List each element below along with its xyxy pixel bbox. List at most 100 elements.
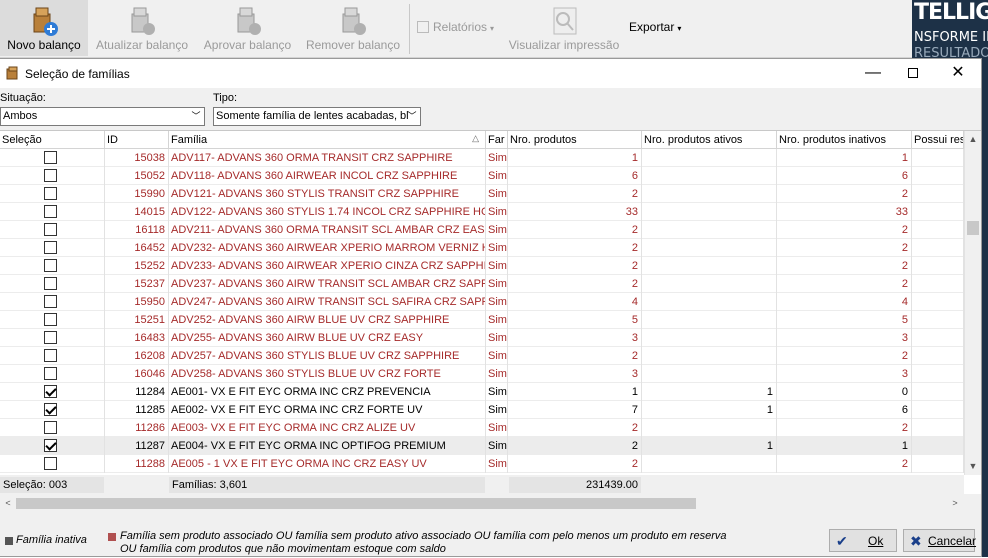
column-header[interactable]: Far <box>486 131 508 149</box>
selection-checkbox[interactable] <box>44 421 57 434</box>
table-row[interactable]: 11287 AE004- VX E FIT EYC ORMA INC OPTIFO… <box>0 437 964 455</box>
ativos-cell <box>642 311 777 329</box>
selection-checkbox[interactable] <box>44 241 57 254</box>
warning-swatch <box>108 533 116 541</box>
table-row[interactable]: 16452 ADV232- ADVANS 360 AIRWEAR XPERIO M… <box>0 239 964 257</box>
table-row[interactable]: 15251 ADV252- ADVANS 360 AIRW BLUE UV CRZ… <box>0 311 964 329</box>
selection-cell[interactable] <box>0 239 105 257</box>
table-row[interactable]: 15052 ADV118- ADVANS 360 AIRWEAR INCOL CR… <box>0 167 964 185</box>
cancel-button[interactable]: ✖ Cancelar <box>903 529 976 552</box>
selection-checkbox[interactable] <box>44 169 57 182</box>
scroll-thumb[interactable] <box>16 498 696 509</box>
selection-cell[interactable] <box>0 167 105 185</box>
familia-cell: ADV237- ADVANS 360 AIRW TRANSIT SCL AMBA… <box>169 275 486 293</box>
selection-cell[interactable] <box>0 419 105 437</box>
selection-checkbox[interactable] <box>44 457 57 470</box>
table-row[interactable]: 15990 ADV121- ADVANS 360 STYLIS TRANSIT C… <box>0 185 964 203</box>
maximize-button[interactable] <box>890 59 936 88</box>
selection-cell[interactable] <box>0 347 105 365</box>
selection-cell[interactable] <box>0 437 105 455</box>
table-row[interactable]: 14015 ADV122- ADVANS 360 STYLIS 1.74 INCO… <box>0 203 964 221</box>
selection-checkbox[interactable] <box>44 277 57 290</box>
inativos-cell: 0 <box>777 383 912 401</box>
selection-cell[interactable] <box>0 221 105 239</box>
table-row[interactable]: 15950 ADV247- ADVANS 360 AIRW TRANSIT SCL… <box>0 293 964 311</box>
table-row[interactable]: 15252 ADV233- ADVANS 360 AIRWEAR XPERIO C… <box>0 257 964 275</box>
selection-cell[interactable] <box>0 257 105 275</box>
update-balance-button[interactable]: Atualizar balanço <box>92 0 192 56</box>
id-cell: 11285 <box>105 401 169 419</box>
table-row[interactable]: 11285 AE002- VX E FIT EYC ORMA INC CRZ FO… <box>0 401 964 419</box>
selection-cell[interactable] <box>0 401 105 419</box>
selection-cell[interactable] <box>0 149 105 167</box>
ativos-cell <box>642 329 777 347</box>
id-cell: 16208 <box>105 347 169 365</box>
selection-cell[interactable] <box>0 185 105 203</box>
dialog-title: Seleção de famílias <box>25 67 130 81</box>
selection-checkbox[interactable] <box>44 385 57 398</box>
close-icon: ✕ <box>951 64 965 81</box>
selection-cell[interactable] <box>0 203 105 221</box>
column-header[interactable]: Família △ <box>169 131 486 149</box>
selection-checkbox[interactable] <box>44 187 57 200</box>
ok-button[interactable]: ✔ Ok <box>829 529 897 552</box>
column-header[interactable]: Nro. produtos ativos <box>642 131 777 149</box>
selection-checkbox[interactable] <box>44 331 57 344</box>
selection-checkbox[interactable] <box>44 403 57 416</box>
table-row[interactable]: 15038 ADV117- ADVANS 360 ORMA TRANSIT CRZ… <box>0 149 964 167</box>
print-preview-label: Visualizar impressão <box>508 38 620 52</box>
ativos-cell: 1 <box>642 437 777 455</box>
selection-checkbox[interactable] <box>44 349 57 362</box>
selection-cell[interactable] <box>0 311 105 329</box>
scroll-right-icon[interactable]: > <box>947 495 963 512</box>
table-row[interactable]: 16118 ADV211- ADVANS 360 ORMA TRANSIT SCL… <box>0 221 964 239</box>
ativos-cell: 1 <box>642 401 777 419</box>
selection-checkbox[interactable] <box>44 295 57 308</box>
column-header[interactable]: Nro. produtos inativos <box>777 131 912 149</box>
selection-cell[interactable] <box>0 365 105 383</box>
inativos-cell: 2 <box>777 239 912 257</box>
selection-checkbox[interactable] <box>44 205 57 218</box>
scroll-up-icon[interactable]: ▲ <box>965 131 981 148</box>
scroll-thumb[interactable] <box>967 221 979 235</box>
table-row[interactable]: 16046 ADV258- ADVANS 360 STYLIS BLUE UV C… <box>0 365 964 383</box>
column-header[interactable]: Possui rese <box>912 131 964 149</box>
column-header[interactable]: Nro. produtos <box>508 131 642 149</box>
type-dropdown[interactable]: Somente família de lentes acabadas, bl ﹀ <box>213 107 421 126</box>
selection-checkbox[interactable] <box>44 259 57 272</box>
selection-checkbox[interactable] <box>44 313 57 326</box>
chevron-down-icon: ﹀ <box>191 111 201 121</box>
familia-cell: AE005 - 1 VX E FIT EYC ORMA INC CRZ EASY… <box>169 455 486 473</box>
selection-cell[interactable] <box>0 275 105 293</box>
approve-balance-button[interactable]: Aprovar balanço <box>200 0 295 56</box>
table-row[interactable]: 15237 ADV237- ADVANS 360 AIRW TRANSIT SCL… <box>0 275 964 293</box>
nro-cell: 2 <box>508 419 642 437</box>
scroll-down-icon[interactable]: ▼ <box>965 458 981 475</box>
table-row[interactable]: 16483 ADV255- ADVANS 360 AIRW BLUE UV CRZ… <box>0 329 964 347</box>
selection-cell[interactable] <box>0 383 105 401</box>
table-row[interactable]: 16208 ADV257- ADVANS 360 STYLIS BLUE UV C… <box>0 347 964 365</box>
selection-checkbox[interactable] <box>44 439 57 452</box>
column-header[interactable]: Seleção <box>0 131 105 149</box>
table-row[interactable]: 11284 AE001- VX E FIT EYC ORMA INC CRZ PR… <box>0 383 964 401</box>
selection-checkbox[interactable] <box>44 223 57 236</box>
scroll-left-icon[interactable]: < <box>0 495 16 512</box>
new-balance-button[interactable]: Novo balanço <box>0 0 88 56</box>
table-row[interactable]: 11286 AE003- VX E FIT EYC ORMA INC CRZ AL… <box>0 419 964 437</box>
selection-checkbox[interactable] <box>44 367 57 380</box>
export-menu[interactable]: Exportar ▾ <box>629 20 681 34</box>
selection-cell[interactable] <box>0 329 105 347</box>
reports-menu[interactable]: Relatórios ▾ <box>417 20 494 34</box>
vertical-scrollbar[interactable]: ▲ ▼ <box>964 131 981 475</box>
close-button[interactable]: ✕ <box>935 59 981 88</box>
print-preview-button[interactable]: Visualizar impressão <box>505 0 623 56</box>
remove-balance-button[interactable]: Remover balanço <box>303 0 403 56</box>
selection-cell[interactable] <box>0 455 105 473</box>
table-row[interactable]: 11288 AE005 - 1 VX E FIT EYC ORMA INC CRZ… <box>0 455 964 473</box>
situation-dropdown[interactable]: Ambos ﹀ <box>0 107 205 126</box>
selection-checkbox[interactable] <box>44 151 57 164</box>
horizontal-scrollbar[interactable]: < > <box>0 495 964 512</box>
familia-cell: AE001- VX E FIT EYC ORMA INC CRZ PREVENC… <box>169 383 486 401</box>
column-header[interactable]: ID <box>105 131 169 149</box>
selection-cell[interactable] <box>0 293 105 311</box>
